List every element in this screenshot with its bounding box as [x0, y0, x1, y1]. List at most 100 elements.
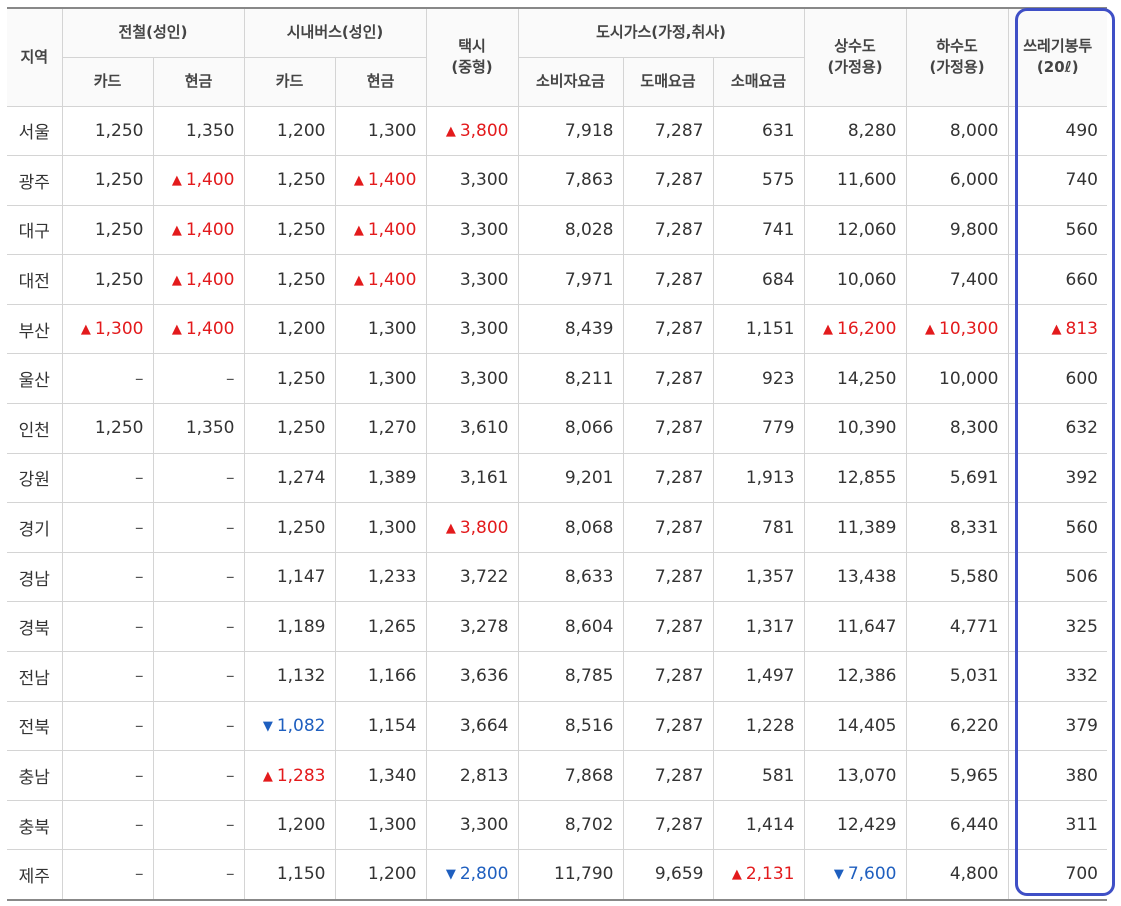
value-cell: 1,913	[712, 452, 805, 504]
value-cell: ▲ 2,131	[712, 849, 805, 900]
increase-arrow-icon: ▲	[731, 867, 742, 883]
value-cell: 1,317	[712, 601, 805, 653]
value-cell: 6,000	[905, 155, 1009, 206]
value-cell: 7,287	[622, 155, 714, 206]
value-cell: 332	[1007, 651, 1107, 702]
increase-arrow-icon: ▲	[353, 272, 364, 288]
value-cell: 4,800	[905, 849, 1009, 900]
changed-value: 1,400	[185, 269, 235, 290]
value-cell: 1,250	[61, 105, 154, 157]
value-cell: 631	[712, 105, 805, 157]
changed-value: 10,300	[939, 319, 999, 340]
value-cell: ▲ 1,400	[152, 254, 245, 305]
value-cell: 1,250	[243, 353, 336, 405]
region-cell: 경남	[7, 551, 63, 603]
value-cell: –	[152, 750, 245, 801]
value-cell: 5,691	[905, 452, 1009, 504]
value-cell: 3,300	[425, 254, 519, 305]
value-cell: ▲ 16,200	[803, 303, 907, 355]
value-cell: 7,287	[622, 502, 714, 553]
region-cell: 전남	[7, 651, 63, 702]
table-row: 충북 – –1,200 1,300 3,300 8,702 7,287 1,414 12,429…	[7, 799, 1107, 851]
value-cell: ▲ 1,400	[334, 254, 427, 305]
value-cell: 4,771	[905, 601, 1009, 653]
value-cell: 3,636	[425, 651, 519, 702]
value-cell: 5,965	[905, 750, 1009, 801]
table-row: 제주 – –1,150 1,200 ▼ 2,800 11,790 9,659 ▲ 2,131 ▼ 7,…	[7, 849, 1107, 900]
value-cell: –	[152, 700, 245, 752]
value-cell: –	[61, 601, 154, 653]
changed-value: 1,400	[185, 319, 235, 340]
value-cell: 1,389	[334, 452, 427, 504]
value-cell: 8,331	[905, 502, 1009, 553]
changed-value: 1,400	[185, 170, 235, 191]
value-cell: –	[152, 849, 245, 900]
value-cell: 1,300	[334, 105, 427, 157]
value-cell: 1,200	[243, 105, 336, 157]
decrease-arrow-icon: ▼	[445, 867, 456, 883]
table-row: 대구 1,250 ▲ 1,400 1,250 ▲ 1,400 3,300 8,028 7,287 7…	[7, 204, 1107, 256]
region-cell: 서울	[7, 105, 63, 157]
value-cell: –	[152, 799, 245, 851]
increase-arrow-icon: ▲	[445, 123, 456, 139]
header-water-line1: 상수도	[834, 37, 876, 56]
utility-price-table: 지역 전철(성인) 시내버스(성인) 택시 (중형) 도시가스(가정,취사) 상…	[7, 7, 1107, 901]
value-cell: 2,813	[425, 750, 519, 801]
value-cell: 8,000	[905, 105, 1009, 157]
value-cell: 1,233	[334, 551, 427, 603]
increase-arrow-icon: ▲	[353, 222, 364, 238]
changed-value: 813	[1065, 319, 1098, 340]
value-cell: 3,278	[425, 601, 519, 653]
value-cell: 923	[712, 353, 805, 405]
region-cell: 광주	[7, 155, 63, 206]
value-cell: –	[61, 551, 154, 603]
value-cell: 325	[1007, 601, 1107, 653]
value-cell: 1,350	[152, 105, 245, 157]
value-cell: 1,274	[243, 452, 336, 504]
value-cell: 1,228	[712, 700, 805, 752]
value-cell: 1,350	[152, 403, 245, 454]
value-cell: 8,702	[517, 799, 624, 851]
value-cell: 1,497	[712, 651, 805, 702]
header-sewer: 하수도 (가정용)	[905, 7, 1009, 107]
value-cell: 6,440	[905, 799, 1009, 851]
value-cell: 1,414	[712, 799, 805, 851]
value-cell: 9,800	[905, 204, 1009, 256]
decrease-arrow-icon: ▼	[262, 718, 273, 734]
value-cell: 3,300	[425, 204, 519, 256]
value-cell: 7,400	[905, 254, 1009, 305]
increase-arrow-icon: ▲	[1051, 322, 1062, 338]
value-cell: 1,166	[334, 651, 427, 702]
value-cell: 3,300	[425, 303, 519, 355]
value-cell: 700	[1007, 849, 1107, 900]
changed-value: 7,600	[847, 864, 897, 885]
value-cell: 14,250	[803, 353, 907, 405]
header-water-line2: (가정용)	[827, 58, 883, 77]
value-cell: 1,200	[243, 303, 336, 355]
value-cell: 3,161	[425, 452, 519, 504]
value-cell: ▼ 7,600	[803, 849, 907, 900]
value-cell: 7,287	[622, 700, 714, 752]
changed-value: 1,400	[367, 219, 417, 240]
changed-value: 3,800	[459, 120, 509, 141]
table-row: 서울 1,250 1,350 1,200 1,300 ▲ 3,800 7,918 7,287 63…	[7, 105, 1107, 157]
value-cell: –	[152, 452, 245, 504]
value-cell: 13,438	[803, 551, 907, 603]
region-cell: 경기	[7, 502, 63, 553]
header-trash-line2: (20ℓ)	[1036, 58, 1079, 77]
value-cell: 8,066	[517, 403, 624, 454]
header-taxi-line1: 택시	[458, 37, 486, 56]
value-cell: 1,300	[334, 502, 427, 553]
value-cell: 7,287	[622, 204, 714, 256]
value-cell: 8,516	[517, 700, 624, 752]
value-cell: ▲ 10,300	[905, 303, 1009, 355]
value-cell: 779	[712, 403, 805, 454]
value-cell: –	[61, 700, 154, 752]
value-cell: 3,722	[425, 551, 519, 603]
header-bus-cash: 현금	[334, 56, 427, 107]
table-row: 충남 – – ▲ 1,283 1,340 2,813 7,868 7,287 581 13,070 5…	[7, 750, 1107, 801]
value-cell: ▲ 3,800	[425, 502, 519, 553]
value-cell: 1,250	[61, 155, 154, 206]
increase-arrow-icon: ▲	[171, 272, 182, 288]
value-cell: 1,250	[243, 204, 336, 256]
